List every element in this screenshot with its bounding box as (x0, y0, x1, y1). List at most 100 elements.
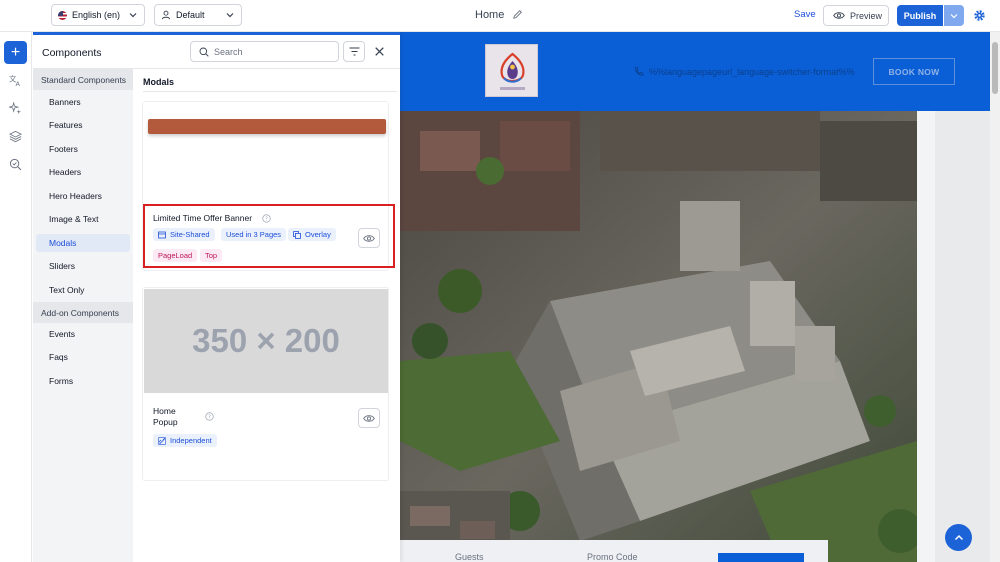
left-rail: + 文A (0, 32, 32, 562)
layers-icon[interactable] (9, 130, 22, 143)
scroll-to-top-button[interactable] (945, 524, 972, 551)
svg-text:?: ? (265, 217, 268, 223)
pencil-icon[interactable] (512, 9, 523, 20)
overlay-icon (293, 230, 301, 239)
eye-icon (363, 414, 375, 422)
chevron-down-icon (226, 13, 234, 18)
panel-header: Components (33, 35, 400, 69)
svg-text:?: ? (208, 415, 211, 421)
language-select[interactable]: English (en) (51, 4, 145, 26)
hero-image (400, 111, 917, 562)
translate-icon[interactable]: 文A (9, 74, 22, 87)
card-title: Limited Time Offer Banner (153, 213, 253, 223)
banner-preview (148, 119, 386, 134)
close-icon[interactable] (373, 45, 386, 58)
site-header: %%languagepageurl_language-switcher-form… (400, 32, 990, 111)
card-thumbnail (143, 102, 388, 197)
component-card-home-popup[interactable]: 350 × 200 Home Popup ? Independent (142, 287, 389, 481)
badge-label: PageLoad (158, 251, 193, 260)
search-input[interactable] (214, 46, 324, 57)
badge-label: Top (205, 251, 218, 260)
sparkle-icon[interactable] (9, 102, 22, 115)
category-item-hero-headers[interactable]: Hero Headers (36, 187, 130, 205)
badge-used-pages: Used in 3 Pages (221, 228, 287, 241)
top-toolbar: English (en) Default Home Save Preview P… (0, 0, 1000, 32)
category-item-image-text[interactable]: Image & Text (36, 210, 130, 228)
guests-label: Guests (455, 552, 484, 562)
card-title-line1: Home (153, 406, 176, 416)
page-title: Home (475, 9, 505, 21)
badge-independent: Independent (153, 434, 217, 447)
category-group-standard: Standard Components (33, 69, 133, 90)
preview-component-button[interactable] (358, 408, 380, 428)
badge-overlay: Overlay (288, 228, 336, 241)
search-check-icon[interactable] (9, 158, 22, 171)
phone-icon (634, 66, 644, 76)
site-logo (485, 44, 538, 97)
preview-margin (935, 111, 990, 562)
component-card-limited-offer[interactable]: Limited Time Offer Banner ? Site-Shared … (142, 101, 389, 271)
chevron-up-icon (954, 534, 963, 540)
vertical-scrollbar[interactable] (990, 32, 1000, 562)
category-item-banners[interactable]: Banners (36, 93, 130, 111)
site-preview-canvas[interactable]: %%languagepageurl_language-switcher-form… (400, 32, 1000, 562)
panel-title: Components (42, 47, 102, 59)
preview-button[interactable]: Preview (823, 5, 889, 26)
variant-select[interactable]: Default (154, 4, 242, 26)
badge-pageload: PageLoad (153, 249, 198, 262)
promo-code-label: Promo Code (587, 552, 638, 562)
category-group-addon: Add-on Components (33, 302, 133, 323)
scrollbar-thumb[interactable] (992, 42, 998, 94)
add-component-button[interactable]: + (4, 41, 27, 64)
card-thumbnail-placeholder: 350 × 200 (144, 289, 388, 393)
search-icon (199, 47, 209, 57)
badge-label: Site-Shared (170, 230, 210, 239)
badge-site-shared: Site-Shared (153, 228, 215, 241)
filter-button[interactable] (343, 41, 365, 62)
category-item-footers[interactable]: Footers (36, 140, 130, 158)
chevron-down-icon (129, 13, 137, 18)
component-categories: Standard Components Banners Features Foo… (33, 69, 133, 562)
publish-options-button[interactable] (944, 5, 964, 26)
badge-label: Independent (170, 436, 212, 445)
help-icon[interactable]: ? (262, 214, 271, 223)
language-select-value: English (en) (72, 10, 121, 20)
preview-label: Preview (850, 10, 883, 21)
user-icon (161, 10, 171, 20)
components-panel: Components Standard Components Banners F… (33, 32, 400, 562)
logo-emblem-icon (500, 52, 525, 90)
save-button[interactable]: Save (794, 9, 816, 20)
cathedral-aerial-photo (400, 111, 917, 562)
chevron-down-icon (950, 13, 958, 18)
eye-icon (363, 234, 375, 242)
booking-bar: Guests Promo Code (400, 540, 828, 562)
variant-select-value: Default (176, 10, 205, 20)
language-switcher-text: %%languagepageurl_language-switcher-form… (649, 66, 855, 77)
us-flag-icon (58, 10, 67, 20)
category-item-events[interactable]: Events (36, 325, 130, 343)
category-item-headers[interactable]: Headers (36, 163, 130, 181)
category-item-sliders[interactable]: Sliders (36, 257, 130, 275)
help-icon[interactable]: ? (205, 412, 214, 421)
section-title: Modals (143, 77, 175, 87)
category-item-modals[interactable]: Modals (36, 234, 130, 252)
header-contact: %%languagepageurl_language-switcher-form… (633, 66, 855, 77)
search-box[interactable] (190, 41, 339, 62)
site-icon (158, 231, 166, 238)
badge-label: Overlay (305, 230, 331, 239)
gear-icon[interactable] (973, 9, 986, 22)
badge-label: Used in 3 Pages (226, 230, 282, 239)
publish-button[interactable]: Publish (897, 5, 943, 26)
preview-component-button[interactable] (358, 228, 380, 248)
category-item-text-only[interactable]: Text Only (36, 281, 130, 299)
category-item-forms[interactable]: Forms (36, 372, 130, 390)
badge-top: Top (200, 249, 223, 262)
component-list: Modals Limited Time Offer Banner ? Site-… (133, 69, 400, 562)
book-now-button[interactable]: BOOK NOW (873, 58, 955, 85)
booking-submit-button[interactable] (718, 553, 804, 562)
divider (143, 91, 397, 92)
category-item-faqs[interactable]: Faqs (36, 348, 130, 366)
svg-text:A: A (16, 80, 21, 87)
category-item-features[interactable]: Features (36, 116, 130, 134)
card-title-line2: Popup (153, 417, 178, 427)
